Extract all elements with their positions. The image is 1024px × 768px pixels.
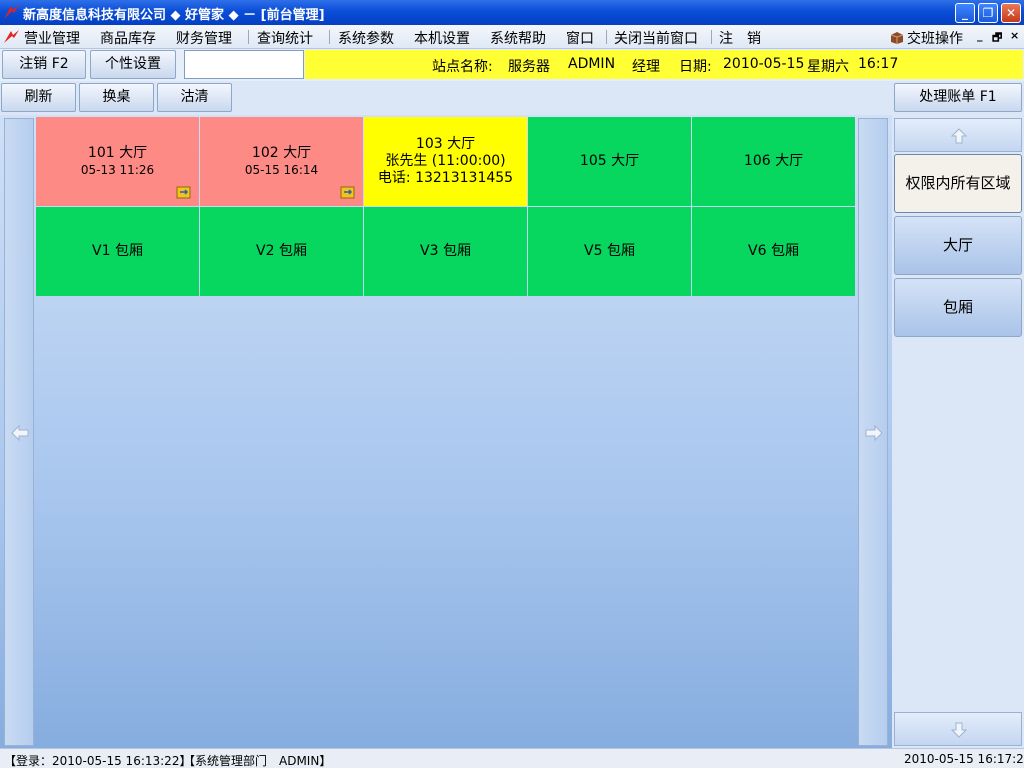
table-cell[interactable]: V5 包厢 bbox=[528, 207, 691, 296]
shift-handover-label: 交班操作 bbox=[907, 31, 963, 47]
refresh-button[interactable]: 刷新 bbox=[1, 83, 76, 112]
occupied-flag-icon bbox=[176, 186, 191, 199]
area-private-room-button[interactable]: 包厢 bbox=[894, 278, 1022, 337]
menu-help[interactable]: 系统帮助 bbox=[490, 28, 546, 48]
login-time-status: 【登录：2010-05-15 16:13:22】 bbox=[4, 754, 192, 768]
menu-query[interactable]: 查询统计 bbox=[257, 28, 313, 48]
area-scroll-up-button[interactable] bbox=[894, 118, 1022, 152]
department-status: 【系统管理部门 ADMIN】 bbox=[183, 754, 332, 768]
table-name: V2 包厢 bbox=[256, 243, 307, 259]
page-right-button[interactable] bbox=[858, 118, 888, 746]
arrow-up-icon bbox=[951, 128, 967, 144]
table-name: 101 大厅 bbox=[87, 145, 148, 161]
status-bar: 【登录：2010-05-15 16:13:22】 【系统管理部门 ADMIN】 … bbox=[0, 748, 1024, 768]
menu-business[interactable]: 营业管理 bbox=[24, 28, 80, 48]
user-role: 经理 bbox=[632, 59, 660, 75]
window-title: 新高度信息科技有限公司 ◆ 好管家 ◆ － [前台管理] bbox=[23, 8, 325, 23]
reservation-guest: 张先生 (11:00:00) bbox=[385, 153, 506, 169]
area-scroll-down-button[interactable] bbox=[894, 712, 1022, 746]
mdi-close-button[interactable]: × bbox=[1010, 29, 1019, 42]
date-label: 日期: bbox=[679, 59, 712, 75]
area-hall-button[interactable]: 大厅 bbox=[894, 216, 1022, 275]
menu-logo-icon bbox=[4, 30, 19, 43]
table-cell[interactable]: 102 大厅 05-15 16:14 bbox=[200, 117, 363, 206]
table-cell[interactable]: V1 包厢 bbox=[36, 207, 199, 296]
table-cell[interactable]: 101 大厅 05-13 11:26 bbox=[36, 117, 199, 206]
mdi-restore-button[interactable]: 🗗 bbox=[992, 29, 1002, 48]
arrow-left-icon bbox=[11, 425, 29, 441]
personal-settings-button[interactable]: 个性设置 bbox=[90, 50, 176, 79]
table-name: V3 包厢 bbox=[420, 243, 471, 259]
shift-handover-button[interactable]: 交班操作 bbox=[890, 28, 963, 48]
mdi-minimize-button[interactable]: _ bbox=[977, 29, 983, 42]
station-info-bar: 站点名称: 服务器 ADMIN 经理 日期: 2010-05-15 星期六 16… bbox=[305, 50, 1023, 79]
table-name: 106 大厅 bbox=[743, 153, 804, 169]
table-name: 103 大厅 bbox=[415, 136, 476, 152]
menu-local-settings[interactable]: 本机设置 bbox=[414, 28, 470, 48]
app-logo-icon bbox=[4, 5, 19, 19]
menu-inventory[interactable]: 商品库存 bbox=[100, 28, 156, 48]
area-all-button[interactable]: 权限内所有区域 bbox=[894, 154, 1022, 213]
arrow-down-icon bbox=[951, 722, 967, 738]
table-cell[interactable]: V6 包厢 bbox=[692, 207, 855, 296]
time-value: 16:17 bbox=[858, 56, 899, 72]
table-cell[interactable]: 103 大厅 张先生 (11:00:00) 电话: 13213131455 bbox=[364, 117, 527, 206]
table-name: V5 包厢 bbox=[584, 243, 635, 259]
table-grid: 101 大厅 05-13 11:26 102 大厅 05-15 16:14 10… bbox=[36, 117, 856, 297]
table-open-time: 05-13 11:26 bbox=[80, 163, 155, 177]
reservation-phone: 电话: 13213131455 bbox=[377, 170, 514, 186]
table-open-time: 05-15 16:14 bbox=[244, 163, 319, 177]
menu-separator bbox=[711, 30, 712, 44]
minimize-button[interactable]: _ bbox=[955, 3, 975, 23]
title-bar: 新高度信息科技有限公司 ◆ 好管家 ◆ － [前台管理] _ ❐ ✕ bbox=[0, 0, 1024, 25]
menu-logout[interactable]: 注 销 bbox=[719, 28, 761, 48]
weekday-value: 星期六 bbox=[807, 59, 849, 75]
process-bill-button[interactable]: 处理账单 F1 bbox=[894, 83, 1022, 112]
menu-separator bbox=[606, 30, 607, 44]
menu-window[interactable]: 窗口 bbox=[566, 28, 594, 48]
table-cell[interactable]: 106 大厅 bbox=[692, 117, 855, 206]
page-left-button[interactable] bbox=[4, 118, 34, 746]
date-value: 2010-05-15 bbox=[723, 56, 805, 72]
menu-separator bbox=[329, 30, 330, 44]
menu-finance[interactable]: 财务管理 bbox=[176, 28, 232, 48]
occupied-flag-icon bbox=[340, 186, 355, 199]
menu-params[interactable]: 系统参数 bbox=[338, 28, 394, 48]
station-value: 服务器 bbox=[508, 59, 550, 75]
menu-close-current[interactable]: 关闭当前窗口 bbox=[614, 28, 698, 48]
sold-out-button[interactable]: 沽清 bbox=[157, 83, 232, 112]
table-name: 102 大厅 bbox=[251, 145, 312, 161]
table-cell[interactable]: V3 包厢 bbox=[364, 207, 527, 296]
close-button[interactable]: ✕ bbox=[1001, 3, 1021, 23]
table-cell[interactable]: V2 包厢 bbox=[200, 207, 363, 296]
table-name: V6 包厢 bbox=[748, 243, 799, 259]
clock-status: 2010-05-15 16:17:28 bbox=[904, 752, 1024, 766]
table-name: 105 大厅 bbox=[579, 153, 640, 169]
change-table-button[interactable]: 换桌 bbox=[79, 83, 154, 112]
table-cell[interactable]: 105 大厅 bbox=[528, 117, 691, 206]
user-name: ADMIN bbox=[568, 56, 616, 72]
search-input[interactable] bbox=[184, 50, 304, 79]
table-name: V1 包厢 bbox=[92, 243, 143, 259]
menu-separator bbox=[248, 30, 249, 44]
menu-bar: 营业管理 商品库存 财务管理 查询统计 系统参数 本机设置 系统帮助 窗口 关闭… bbox=[0, 25, 1024, 49]
maximize-button[interactable]: ❐ bbox=[978, 3, 998, 23]
station-label: 站点名称: bbox=[432, 59, 493, 75]
arrow-right-icon bbox=[865, 425, 883, 441]
logout-button[interactable]: 注销 F2 bbox=[2, 50, 86, 79]
box-icon bbox=[890, 32, 904, 44]
